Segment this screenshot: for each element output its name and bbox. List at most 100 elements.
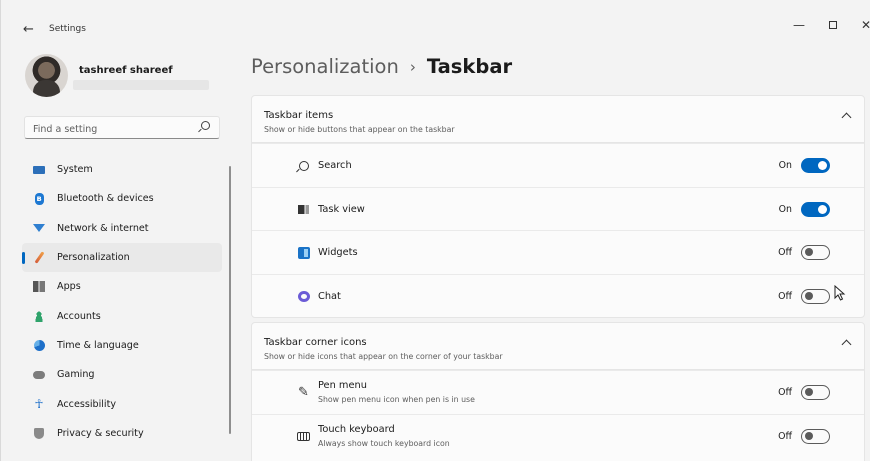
taskbar-corner-icons-section: Taskbar corner icons Show or hide icons … (251, 322, 865, 461)
globe-clock-icon (33, 339, 45, 351)
apps-icon (33, 281, 45, 293)
toggle-knob (804, 431, 813, 440)
toggle-state-text: Off (778, 247, 792, 258)
sidebar-item-system[interactable]: System (22, 155, 222, 184)
setting-row-widgets: Widgets Off (252, 230, 864, 274)
user-name: tashreef shareef (79, 65, 173, 76)
sidebar-item-label: Privacy & security (57, 427, 144, 439)
maximize-icon (829, 21, 837, 29)
setting-row-chat: Chat Off (252, 273, 864, 318)
maximize-button[interactable] (823, 18, 843, 32)
section-subtitle: Show or hide icons that appear on the co… (264, 352, 503, 361)
chevron-up-icon[interactable] (841, 339, 852, 350)
toggle-knob (818, 204, 827, 214)
pen-icon: ✎ (298, 385, 309, 400)
person-icon (33, 310, 45, 322)
breadcrumb: Personalization › Taskbar (251, 55, 512, 78)
page-title: Taskbar (426, 55, 513, 78)
setting-label: Widgets (318, 247, 358, 258)
search-box[interactable] (24, 116, 220, 140)
search-icon (297, 159, 310, 172)
touch-keyboard-toggle[interactable] (801, 428, 830, 444)
sidebar-item-personalization[interactable]: Personalization (22, 242, 222, 273)
chat-icon (297, 290, 310, 303)
sidebar-item-time-language[interactable]: Time & language (22, 331, 222, 360)
sidebar-item-label: Time & language (57, 339, 139, 351)
back-arrow-icon[interactable]: ← (23, 22, 34, 37)
setting-label: Search (318, 160, 352, 171)
active-indicator (22, 251, 25, 264)
settings-window: ← Settings — ✕ tashreef shareef System ʙ… (0, 0, 870, 461)
sidebar-item-label: Bluetooth & devices (57, 193, 154, 205)
sidebar-item-label: System (57, 164, 93, 176)
search-toggle[interactable] (801, 158, 830, 173)
close-button[interactable]: ✕ (856, 18, 870, 32)
sidebar-item-accessibility[interactable]: ☥ Accessibility (22, 389, 222, 418)
avatar-body (33, 80, 60, 97)
pen-menu-toggle[interactable] (801, 385, 830, 400)
accessibility-icon: ☥ (34, 397, 44, 412)
sidebar-item-label: Personalization (57, 252, 130, 264)
sidebar-item-label: Network & internet (57, 222, 149, 234)
wifi-icon (33, 222, 45, 234)
setting-label: Task view (318, 203, 365, 215)
setting-row-search: Search On (252, 143, 864, 187)
taskbar-items-header[interactable]: Taskbar items Show or hide buttons that … (252, 96, 864, 143)
setting-label: Pen menu (318, 380, 367, 391)
toggle-knob (804, 388, 813, 396)
sidebar-item-label: Accounts (57, 310, 101, 322)
title-bar: ← Settings — ✕ (1, 12, 870, 46)
task-view-toggle[interactable] (801, 201, 830, 217)
widgets-icon (297, 246, 310, 259)
toggle-knob (804, 248, 813, 256)
setting-description: Show pen menu icon when pen is in use (318, 395, 475, 404)
sidebar-item-label: Gaming (57, 369, 95, 381)
sidebar-item-gaming[interactable]: Gaming (22, 360, 222, 389)
toggle-knob (818, 161, 827, 170)
chevron-up-icon[interactable] (841, 112, 852, 123)
search-input[interactable] (25, 119, 185, 140)
toggle-state-text: On (778, 160, 792, 171)
sidebar-scrollbar[interactable] (229, 166, 231, 434)
shield-icon (33, 427, 45, 439)
sidebar-item-label: Apps (57, 281, 81, 293)
sidebar-nav: System ʙ Bluetooth & devices Network & i… (22, 155, 222, 448)
setting-row-pen-menu: ✎ Pen menu Show pen menu icon when pen i… (252, 370, 864, 414)
search-icon[interactable] (201, 121, 210, 130)
chat-toggle[interactable] (801, 288, 830, 304)
sidebar-item-label: Accessibility (57, 398, 117, 410)
task-view-icon (297, 203, 310, 216)
setting-description: Always show touch keyboard icon (318, 438, 450, 448)
toggle-state-text: Off (778, 387, 792, 398)
taskbar-corner-icons-header[interactable]: Taskbar corner icons Show or hide icons … (252, 323, 864, 370)
sidebar-item-accounts[interactable]: Accounts (22, 301, 222, 330)
minimize-button[interactable]: — (789, 18, 809, 32)
breadcrumb-separator: › (409, 57, 416, 76)
toggle-state-text: Off (778, 430, 792, 442)
widgets-toggle[interactable] (801, 245, 830, 260)
section-title: Taskbar corner icons (264, 337, 367, 348)
section-subtitle: Show or hide buttons that appear on the … (264, 125, 455, 134)
keyboard-icon (297, 430, 310, 443)
sidebar-item-bluetooth[interactable]: ʙ Bluetooth & devices (22, 184, 222, 213)
setting-label: Chat (318, 290, 341, 302)
sidebar-item-network[interactable]: Network & internet (22, 214, 222, 243)
setting-row-touch-keyboard: Touch keyboard Always show touch keyboar… (252, 413, 864, 458)
mouse-pointer-icon (834, 284, 846, 301)
taskbar-items-section: Taskbar items Show or hide buttons that … (251, 95, 865, 318)
setting-label: Touch keyboard (318, 423, 395, 435)
section-title: Taskbar items (264, 110, 334, 121)
sidebar-item-privacy[interactable]: Privacy & security (22, 419, 222, 448)
toggle-knob (804, 291, 813, 300)
avatar[interactable] (25, 54, 68, 97)
bluetooth-icon: ʙ (34, 192, 44, 205)
setting-row-task-view: Task view On (252, 186, 864, 231)
sidebar-item-apps[interactable]: Apps (22, 272, 222, 301)
brush-icon (33, 251, 45, 264)
breadcrumb-parent[interactable]: Personalization (251, 55, 399, 78)
gamepad-icon (33, 369, 45, 381)
monitor-icon (33, 164, 45, 176)
app-title: Settings (49, 24, 86, 34)
toggle-state-text: Off (778, 290, 792, 302)
toggle-state-text: On (778, 203, 792, 215)
